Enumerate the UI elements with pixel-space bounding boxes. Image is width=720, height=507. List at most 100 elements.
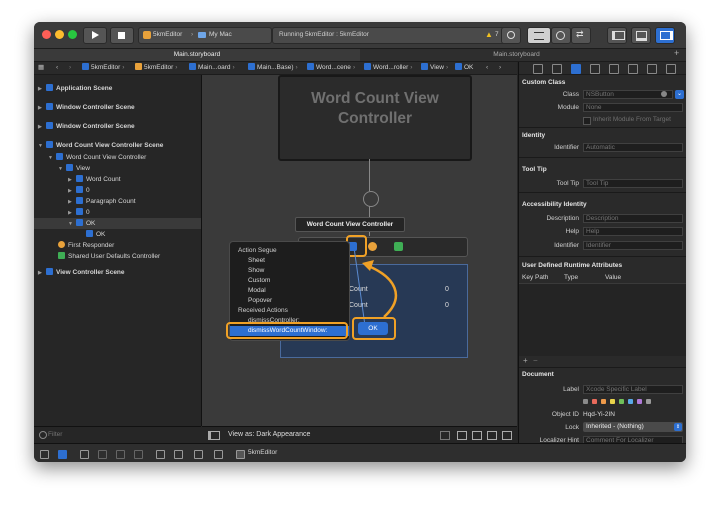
- environment-overrides-icon[interactable]: [194, 450, 203, 459]
- outline-row[interactable]: ▼ Word Count View Controller Scene: [38, 140, 163, 151]
- stack-icon[interactable]: [472, 431, 482, 440]
- add-attribute-icon[interactable]: +: [523, 356, 528, 365]
- disclosure-triangle-icon[interactable]: ▼: [68, 219, 76, 230]
- console-toggle-icon[interactable]: [40, 450, 49, 459]
- label-color-swatch[interactable]: [592, 399, 597, 404]
- doc-label-field[interactable]: [583, 385, 683, 394]
- resolve-icon[interactable]: [502, 431, 512, 440]
- first-responder-icon[interactable]: [368, 242, 377, 251]
- debug-view-hierarchy-icon[interactable]: [156, 450, 165, 459]
- popup-item-custom[interactable]: Custom: [230, 276, 349, 286]
- toggle-inspector-button[interactable]: [655, 27, 675, 44]
- popup-item-popover[interactable]: Popover: [230, 296, 349, 306]
- tooltip-field[interactable]: [583, 179, 683, 188]
- library-button[interactable]: [501, 27, 521, 44]
- pause-icon[interactable]: [80, 450, 89, 459]
- label-color-swatch[interactable]: [619, 399, 624, 404]
- type-column-header[interactable]: Type: [564, 274, 578, 281]
- disclosure-triangle-icon[interactable]: ▼: [38, 141, 46, 152]
- zoom-window-icon[interactable]: [68, 30, 77, 39]
- location-icon[interactable]: [214, 450, 223, 459]
- breakpoint-icon[interactable]: [58, 450, 67, 459]
- align-icon[interactable]: [457, 431, 467, 440]
- standard-editor-button[interactable]: [527, 27, 551, 44]
- minimize-window-icon[interactable]: [55, 30, 64, 39]
- outline-row[interactable]: ▶ Window Controller Scene: [38, 102, 135, 113]
- inherit-module-checkbox[interactable]: [583, 117, 591, 125]
- value-column-header[interactable]: Value: [605, 274, 621, 281]
- chevron-left-icon[interactable]: ‹: [486, 62, 488, 74]
- storyboard-canvas[interactable]: Word Count View Controller Word Count Vi…: [202, 75, 517, 426]
- add-tab-icon[interactable]: +: [674, 48, 679, 58]
- chevron-right-icon[interactable]: ›: [499, 62, 501, 74]
- outline-row[interactable]: ▶ 0: [68, 185, 90, 196]
- grid-icon[interactable]: ▦: [38, 62, 44, 74]
- breadcrumb-storyboard[interactable]: Main...oard ›: [189, 62, 237, 74]
- memory-graph-icon[interactable]: [174, 450, 183, 459]
- outline-row[interactable]: ▶ Application Scene: [38, 83, 112, 94]
- connections-inspector-icon[interactable]: [628, 64, 638, 74]
- breadcrumb-scene[interactable]: Word...cene ›: [307, 62, 357, 74]
- disclosure-triangle-icon[interactable]: ▶: [38, 84, 46, 95]
- outline-row-selected[interactable]: ▼ OK: [68, 218, 95, 229]
- sidebar-toggle-icon[interactable]: [208, 431, 220, 440]
- breadcrumb-ok[interactable]: OK: [455, 62, 473, 74]
- close-window-icon[interactable]: [42, 30, 51, 39]
- disclosure-triangle-icon[interactable]: ▶: [38, 268, 46, 279]
- breadcrumb-project[interactable]: 5kmEditor ›: [82, 62, 126, 74]
- attributes-inspector-icon[interactable]: [590, 64, 600, 74]
- lock-select[interactable]: Inherited - (Nothing) ⇕: [583, 422, 683, 432]
- label-color-swatch[interactable]: [583, 399, 588, 404]
- class-dropdown-chevron-icon[interactable]: ⌄: [675, 90, 684, 99]
- filter-input[interactable]: [48, 430, 196, 439]
- bindings-inspector-icon[interactable]: [647, 64, 657, 74]
- breadcrumb-controller[interactable]: Word...roller ›: [364, 62, 414, 74]
- outline-row[interactable]: ▶ Window Controller Scene: [38, 121, 135, 132]
- disclosure-triangle-icon[interactable]: ▼: [58, 164, 66, 175]
- tab-main-storyboard-1[interactable]: Main.storyboard: [34, 49, 360, 61]
- popup-item-sheet[interactable]: Sheet: [230, 256, 349, 266]
- outline-row[interactable]: Shared User Defaults Controller: [58, 251, 160, 262]
- warning-icon[interactable]: ▲: [485, 30, 493, 39]
- size-inspector-icon[interactable]: [609, 64, 619, 74]
- outline-row[interactable]: ▶ Word Count: [68, 174, 121, 185]
- disclosure-triangle-icon[interactable]: ▶: [38, 103, 46, 114]
- label-color-swatch[interactable]: [628, 399, 633, 404]
- label-color-swatch[interactable]: [601, 399, 606, 404]
- view-as-label[interactable]: View as: Dark Appearance: [228, 431, 310, 438]
- pin-icon[interactable]: [487, 431, 497, 440]
- acc-identifier-field[interactable]: [583, 241, 683, 250]
- help-inspector-icon[interactable]: [552, 64, 562, 74]
- step-over-icon[interactable]: [98, 450, 107, 459]
- breadcrumb-folder[interactable]: 5kmEditor ›: [135, 62, 179, 74]
- identity-inspector-icon[interactable]: [571, 64, 581, 74]
- breadcrumb-view[interactable]: View ›: [421, 62, 450, 74]
- outline-row[interactable]: ▶ 0: [68, 207, 90, 218]
- disclosure-triangle-icon[interactable]: ▼: [48, 153, 56, 164]
- udra-table[interactable]: [519, 284, 686, 356]
- segue-icon[interactable]: [363, 191, 379, 207]
- outline-row[interactable]: First Responder: [58, 240, 114, 251]
- stop-button[interactable]: [110, 27, 134, 44]
- scene-label[interactable]: Word Count View Controller: [295, 217, 405, 232]
- toggle-debug-button[interactable]: [631, 27, 651, 44]
- label-color-swatch[interactable]: [646, 399, 651, 404]
- scheme-selector[interactable]: 5kmEditor › My Mac: [138, 27, 272, 44]
- class-field[interactable]: [583, 90, 673, 99]
- help-field[interactable]: [583, 227, 683, 236]
- file-inspector-icon[interactable]: [533, 64, 543, 74]
- keypath-column-header[interactable]: Key Path: [522, 274, 548, 281]
- step-out-icon[interactable]: [134, 450, 143, 459]
- description-field[interactable]: [583, 214, 683, 223]
- remove-attribute-icon[interactable]: −: [533, 356, 538, 365]
- outline-row[interactable]: ▼ Word Count View Controller: [48, 152, 146, 163]
- outline-row[interactable]: ▼ View: [58, 163, 90, 174]
- popup-item-modal[interactable]: Modal: [230, 286, 349, 296]
- assistant-editor-button[interactable]: [551, 27, 571, 44]
- tab-main-storyboard-2[interactable]: Main.storyboard: [361, 49, 672, 61]
- outline-row[interactable]: ▶ Paragraph Count: [68, 196, 136, 207]
- disclosure-triangle-icon[interactable]: ▶: [38, 122, 46, 133]
- forward-arrow-icon[interactable]: ›: [69, 62, 71, 74]
- module-field[interactable]: [583, 103, 683, 112]
- outline-row[interactable]: ▶ View Controller Scene: [38, 267, 125, 278]
